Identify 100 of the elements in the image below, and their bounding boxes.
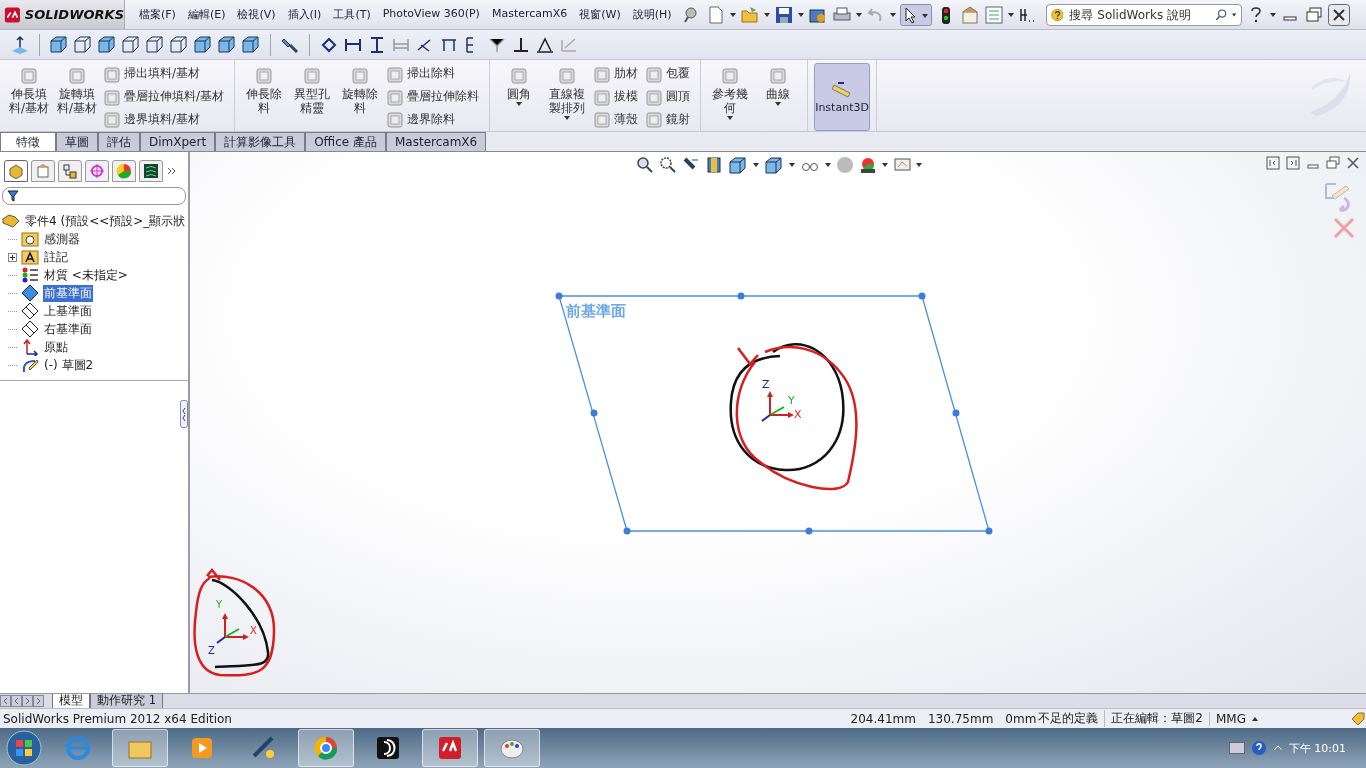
search-field[interactable]: 搜尋 SolidWorks 說明	[1045, 3, 1242, 26]
cad-app-icon[interactable]	[436, 734, 464, 762]
help-icon[interactable]	[1250, 740, 1267, 756]
tree-item[interactable]: (-) 草圖2	[43, 356, 95, 374]
model-tab[interactable]: 模型	[52, 693, 90, 709]
tree-item[interactable]: 右基準面	[43, 320, 93, 338]
dropdown-icon[interactable]	[753, 163, 759, 167]
shaded-cube-icon[interactable]	[241, 34, 261, 55]
menu-item[interactable]: MastercamX6	[485, 7, 574, 22]
ribbon-button[interactable]: 參考幾何	[707, 62, 754, 129]
dropdown-icon[interactable]	[1007, 12, 1014, 17]
units-selector[interactable]: MMG	[1209, 711, 1252, 726]
save-icon[interactable]	[773, 4, 794, 25]
dropdown-icon[interactable]	[1269, 12, 1276, 17]
tree-item[interactable]: 前基準面	[43, 284, 93, 302]
command-tab[interactable]: 評估	[98, 132, 140, 151]
ribbon-button[interactable]: 疊層拉伸除料	[385, 86, 484, 107]
ribbon-button[interactable]: 異型孔精靈	[289, 62, 336, 129]
scroll-arrow-icon[interactable]	[33, 695, 44, 707]
zoom-area-icon[interactable]	[659, 156, 677, 174]
ribbon-button[interactable]: 薄殼	[592, 109, 643, 129]
ribbon-button[interactable]: 邊界填料/基材	[102, 109, 229, 129]
shaded-cube-icon[interactable]	[217, 34, 237, 55]
chevron-icon[interactable]	[166, 165, 178, 177]
panel-tab[interactable]	[139, 160, 163, 182]
display-style-icon[interactable]	[764, 156, 784, 174]
ribbon-button[interactable]: 包覆	[644, 64, 695, 84]
dropdown-icon[interactable]	[763, 12, 770, 17]
filter-field[interactable]	[2, 187, 186, 205]
ribbon-button[interactable]: 伸長填料/基材	[6, 62, 52, 129]
tile-left-icon[interactable]	[1266, 156, 1280, 170]
tree-item[interactable]: 零件4 (預設<<預設>_顯示狀	[24, 212, 187, 230]
view-cube-icon[interactable]	[73, 34, 93, 55]
tag-icon[interactable]	[1350, 710, 1366, 727]
zoom-to-fit-icon[interactable]	[636, 156, 654, 174]
ribbon-button[interactable]: 掃出除料	[385, 64, 484, 84]
ribbon-button[interactable]: 旋轉除料	[337, 62, 384, 129]
tree-item[interactable]: 註記	[43, 248, 69, 266]
ribbon-button[interactable]: 拔模	[592, 86, 643, 107]
ribbon-button[interactable]: 圓頂	[644, 86, 695, 107]
tree-item[interactable]: 上基準面	[43, 302, 93, 320]
tile-right-icon[interactable]	[1286, 156, 1300, 170]
dropdown-icon[interactable]	[825, 163, 831, 167]
menu-item[interactable]: 說明(H)	[626, 7, 678, 22]
model-tab[interactable]: 動作研究 1	[90, 693, 163, 709]
close-icon[interactable]	[1346, 156, 1360, 170]
menu-item[interactable]: 視窗(W)	[573, 7, 627, 22]
keyboard-icon[interactable]	[1228, 742, 1245, 754]
ribbon-button[interactable]: 肋材	[592, 64, 643, 84]
tree-item[interactable]: 材質 <未指定>	[43, 266, 129, 284]
command-tab[interactable]: Office 產品	[305, 132, 386, 151]
command-tab[interactable]: MastercamX6	[385, 132, 487, 151]
restore-icon[interactable]	[1326, 156, 1340, 170]
start-button-icon[interactable]	[4, 729, 44, 767]
restore-icon[interactable]	[1303, 4, 1324, 25]
menu-item[interactable]: 檢視(V)	[231, 7, 282, 22]
close-icon[interactable]	[1327, 3, 1350, 26]
command-tab[interactable]: 草圖	[56, 132, 98, 151]
dropdown-icon[interactable]	[729, 12, 736, 17]
ribbon-button[interactable]: 疊層拉伸填料/基材	[102, 86, 229, 107]
menu-item[interactable]: 插入(I)	[281, 7, 328, 22]
dropdown-icon[interactable]	[797, 12, 804, 17]
view-cube-icon[interactable]	[49, 34, 69, 55]
dropdown-icon[interactable]	[789, 163, 795, 167]
ribbon-button[interactable]: 伸長除料	[241, 62, 288, 129]
select-pointer-icon[interactable]	[899, 3, 932, 26]
shaded-cube-icon[interactable]	[193, 34, 213, 55]
menu-item[interactable]: 編輯(E)	[181, 7, 232, 22]
menu-item[interactable]: PhotoView 360(P)	[376, 7, 486, 22]
scene-icon[interactable]	[859, 156, 877, 174]
ribbon-button[interactable]: 直線複製排列	[544, 62, 591, 129]
menu-item[interactable]: 檔案(F)	[133, 7, 182, 22]
ribbon-button[interactable]: 鏡射	[644, 109, 695, 129]
view-orientation-icon[interactable]	[728, 156, 748, 174]
sketch-plane[interactable]	[555, 292, 993, 535]
panel-tab[interactable]	[4, 160, 28, 182]
scroll-arrow-icon[interactable]	[0, 695, 11, 707]
dropdown-icon[interactable]	[889, 12, 896, 17]
dropdown-icon[interactable]	[1252, 716, 1258, 721]
ribbon-button[interactable]: 掃出填料/基材	[102, 64, 229, 84]
app-icon[interactable]	[374, 734, 402, 762]
scroll-arrow-icon[interactable]	[11, 695, 22, 707]
chrome-icon[interactable]	[312, 734, 340, 762]
view-settings-icon[interactable]	[893, 156, 911, 174]
tree-item[interactable]: 原點	[43, 338, 69, 356]
view-cube-icon[interactable]	[97, 34, 117, 55]
ribbon-button[interactable]: 旋轉填料/基材	[54, 62, 100, 129]
instant3d-button[interactable]: Instant3D	[814, 63, 871, 131]
ribbon-button[interactable]: 曲線	[755, 62, 802, 129]
command-tab[interactable]: 計算影像工具	[215, 132, 306, 151]
normal-to-icon[interactable]	[10, 34, 30, 55]
expander-icon[interactable]	[8, 252, 17, 262]
scroll-arrow-icon[interactable]	[22, 695, 33, 707]
tree-item[interactable]: 感測器	[43, 230, 81, 248]
command-tab[interactable]: DimXpert	[140, 132, 216, 151]
dropdown-icon[interactable]	[916, 163, 922, 167]
view-cube-icon[interactable]	[121, 34, 141, 55]
command-tab[interactable]: 特徵	[0, 132, 56, 151]
view-cube-icon[interactable]	[169, 34, 189, 55]
view-cube-icon[interactable]	[145, 34, 165, 55]
